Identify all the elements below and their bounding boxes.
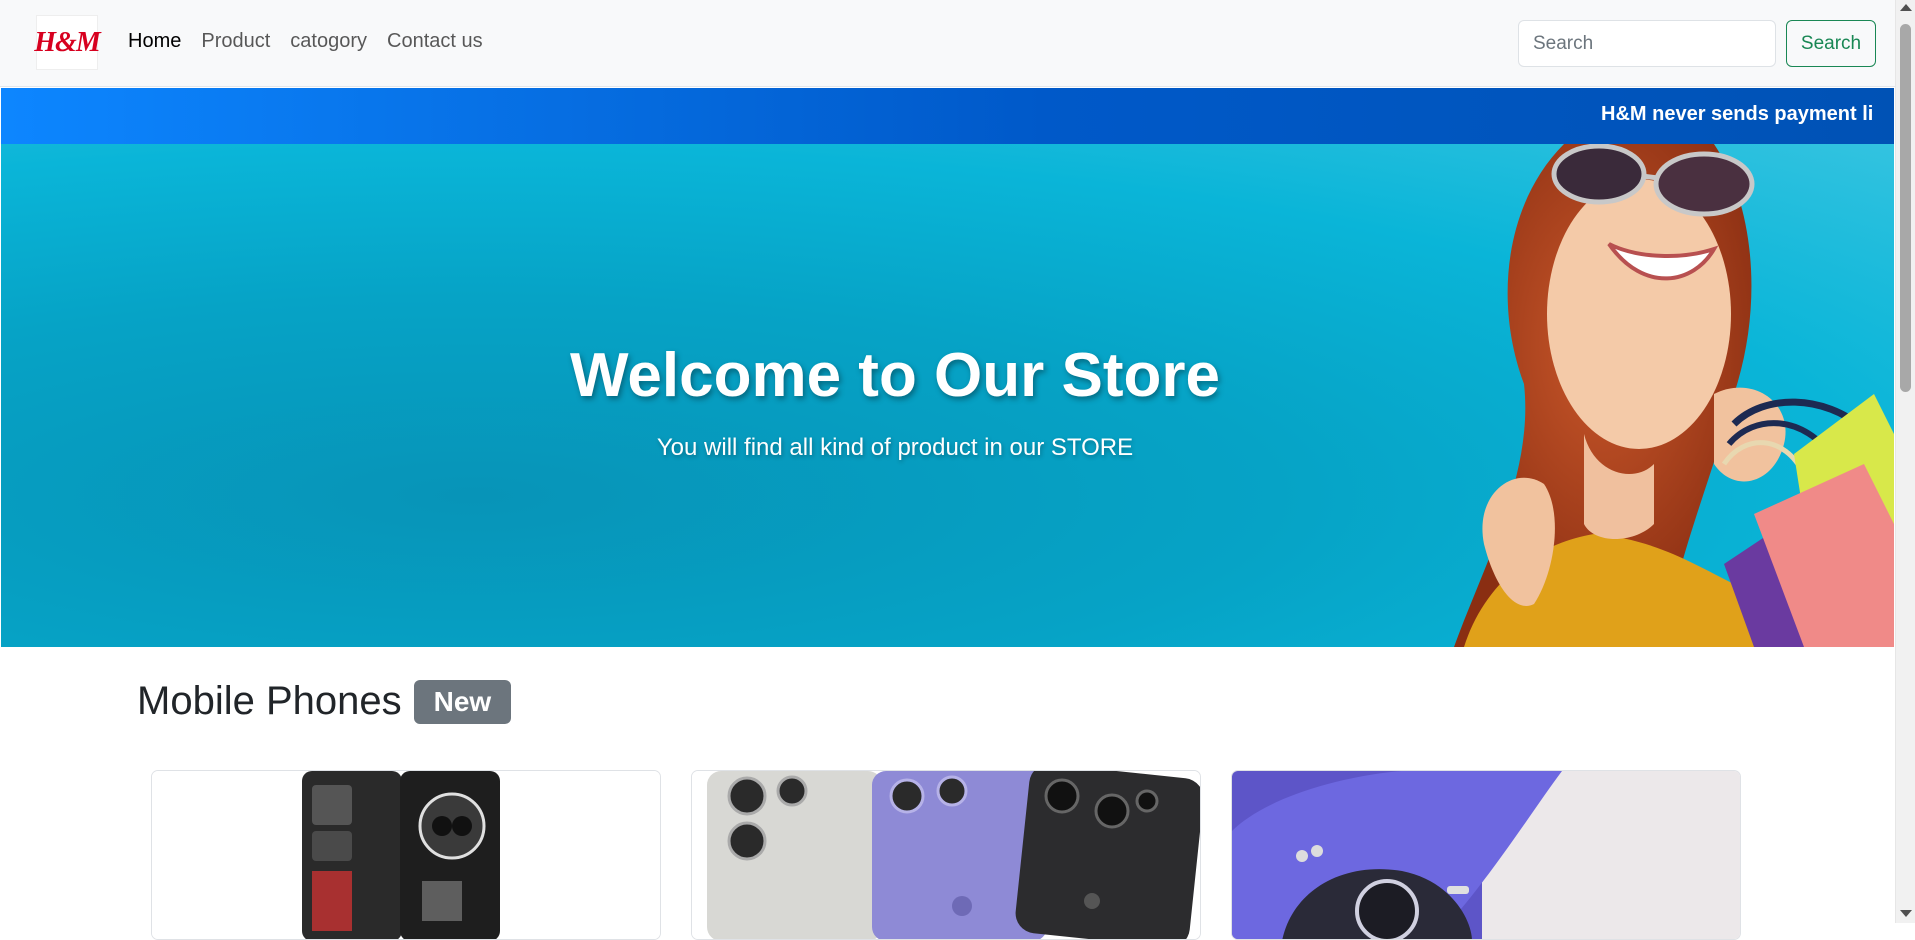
scrollbar-thumb[interactable] (1900, 24, 1911, 392)
product-image-phone-3 (1232, 771, 1740, 939)
product-image-phone-1 (152, 771, 660, 939)
search-input[interactable] (1518, 20, 1776, 67)
search-button[interactable]: Search (1786, 20, 1876, 67)
product-card[interactable] (1231, 770, 1741, 940)
page-scrollbar[interactable] (1895, 0, 1915, 923)
nav-link-contact[interactable]: Contact us (387, 30, 483, 53)
hero-subtitle-wrap: You will find all kind of product in our… (1, 434, 1894, 462)
hero-subtitle: You will find all kind of product in our… (656, 434, 1134, 461)
hero-banner: Welcome to Our Store You will find all k… (1, 144, 1894, 647)
section-title: Mobile Phones (137, 679, 402, 723)
announcement-marquee: H&M never sends payment li (1, 88, 1894, 144)
hero-title-wrap: Welcome to Our Store (1, 340, 1894, 411)
brand-logo[interactable]: H&M (34, 15, 101, 70)
hero-title: Welcome to Our Store (570, 341, 1220, 410)
nav-link-product[interactable]: Product (201, 30, 270, 53)
nav-link-category[interactable]: catogory (290, 30, 367, 53)
scroll-down-arrow-icon[interactable] (1900, 910, 1912, 917)
product-card[interactable] (151, 770, 661, 940)
product-card[interactable] (691, 770, 1201, 940)
scroll-up-arrow-icon[interactable] (1900, 4, 1912, 11)
nav-link-home[interactable]: Home (128, 30, 181, 53)
product-image-phone-2 (692, 771, 1200, 939)
new-badge: New (413, 679, 512, 724)
nav-links: Home Product catogory Contact us (128, 30, 483, 53)
navbar: H&M Home Product catogory Contact us Sea… (0, 0, 1895, 87)
brand-logo-text: H&M (34, 26, 100, 58)
section-header: Mobile Phones New (137, 679, 512, 724)
marquee-text: H&M never sends payment li (1601, 103, 1874, 125)
